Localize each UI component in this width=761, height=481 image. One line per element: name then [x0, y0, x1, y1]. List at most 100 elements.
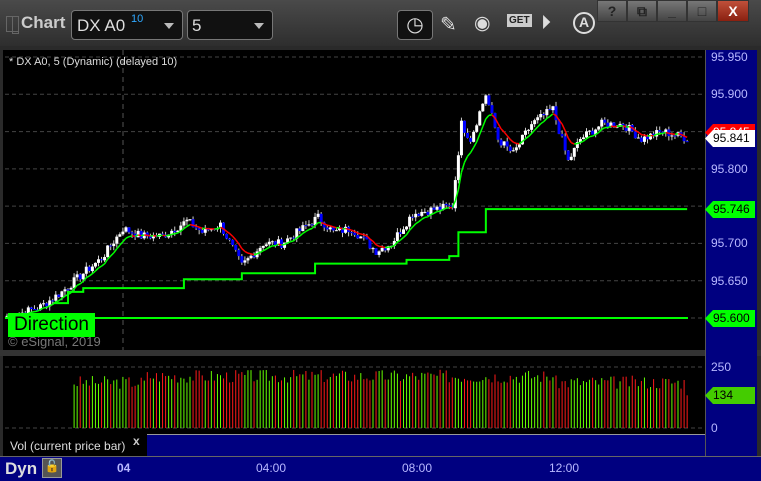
- candle: [463, 120, 466, 133]
- candle: [438, 206, 442, 210]
- candle: [316, 213, 320, 217]
- lock-icon[interactable]: 🔓: [42, 458, 62, 478]
- candle: [368, 239, 372, 249]
- candle: [585, 131, 588, 138]
- moving-average-segment: [305, 228, 310, 233]
- moving-average-segment: [357, 232, 362, 235]
- moving-average-segment: [616, 125, 621, 128]
- close-study-icon[interactable]: x: [133, 434, 140, 448]
- candle: [639, 137, 643, 142]
- candle: [353, 232, 357, 236]
- candle: [481, 103, 485, 112]
- moving-average-segment: [570, 142, 575, 145]
- candle: [496, 127, 500, 140]
- candle: [231, 239, 235, 246]
- candle: [658, 130, 662, 132]
- candle: [572, 147, 576, 157]
- moving-average-segment: [509, 138, 514, 143]
- candle: [106, 245, 110, 258]
- moving-average-segment: [662, 131, 667, 135]
- candle: [377, 251, 381, 255]
- moving-average-segment: [162, 234, 166, 237]
- moving-average-segment: [290, 240, 294, 243]
- candle: [484, 95, 488, 104]
- candle: [112, 243, 116, 247]
- moving-average-segment: [442, 207, 447, 211]
- candle: [569, 156, 573, 161]
- candle: [533, 120, 537, 125]
- moving-average-segment: [412, 223, 417, 228]
- moving-average-segment: [137, 234, 142, 237]
- candle: [267, 241, 271, 245]
- candle: [29, 307, 33, 309]
- candle: [600, 119, 604, 127]
- candle: [673, 135, 677, 137]
- moving-average-segment: [94, 267, 100, 272]
- moving-average-segment: [247, 252, 252, 255]
- moving-average-segment: [171, 233, 175, 236]
- moving-average-segment: [424, 216, 429, 219]
- candle: [130, 232, 134, 234]
- candle: [292, 237, 296, 239]
- candle: [374, 248, 378, 255]
- dynamic-mode-button[interactable]: Dyn: [5, 459, 37, 479]
- moving-average-segment: [101, 263, 106, 267]
- candle: [69, 287, 73, 290]
- candle: [200, 230, 204, 233]
- moving-average-segment: [375, 244, 380, 248]
- candle: [307, 224, 311, 226]
- candle: [459, 120, 463, 156]
- moving-average-segment: [626, 125, 630, 128]
- moving-average-segment: [381, 246, 386, 249]
- volume-study-label[interactable]: Vol (current price bar): [3, 434, 147, 456]
- candle: [530, 124, 534, 130]
- candle: [444, 203, 448, 206]
- volume-axis-250: 250: [711, 360, 732, 374]
- moving-average-segment: [156, 234, 160, 237]
- moving-average-segment: [372, 240, 377, 246]
- moving-average-segment: [567, 137, 572, 144]
- candle: [136, 230, 140, 238]
- candle: [670, 135, 674, 137]
- candle: [45, 303, 49, 307]
- candle: [475, 125, 479, 132]
- moving-average-segment: [360, 233, 365, 236]
- candle: [66, 289, 70, 291]
- moving-average-segment: [433, 210, 438, 214]
- candle: [380, 248, 384, 252]
- moving-average-segment: [250, 253, 255, 256]
- candle: [344, 226, 348, 233]
- moving-average-segment: [647, 134, 651, 137]
- candle: [87, 266, 91, 272]
- moving-average-segment: [348, 228, 352, 231]
- time-label: 04: [117, 461, 131, 475]
- moving-average-segment: [534, 126, 539, 131]
- candle: [188, 219, 192, 221]
- candle: [646, 136, 649, 140]
- moving-average-segment: [656, 132, 660, 136]
- candle: [414, 213, 418, 218]
- moving-average-segment: [415, 221, 420, 225]
- moving-average-segment: [472, 141, 478, 148]
- time-axis[interactable]: [0, 456, 761, 481]
- candle: [121, 231, 125, 235]
- candle: [603, 119, 607, 123]
- candle: [432, 207, 436, 210]
- volume-axis-0: 0: [711, 421, 718, 435]
- candle: [505, 141, 509, 147]
- moving-average-segment: [241, 247, 246, 253]
- candle: [234, 245, 238, 250]
- candle: [72, 277, 76, 288]
- moving-average-segment: [466, 152, 472, 157]
- time-label: 12:00: [549, 461, 580, 475]
- candle: [240, 256, 244, 263]
- moving-average-segment: [668, 132, 673, 135]
- candle: [371, 248, 375, 250]
- candle: [566, 150, 570, 161]
- moving-average-segment: [195, 225, 200, 228]
- candle: [252, 255, 256, 258]
- moving-average-segment: [476, 133, 481, 143]
- candle: [627, 124, 631, 131]
- moving-average-segment: [281, 243, 285, 246]
- candle: [118, 234, 122, 237]
